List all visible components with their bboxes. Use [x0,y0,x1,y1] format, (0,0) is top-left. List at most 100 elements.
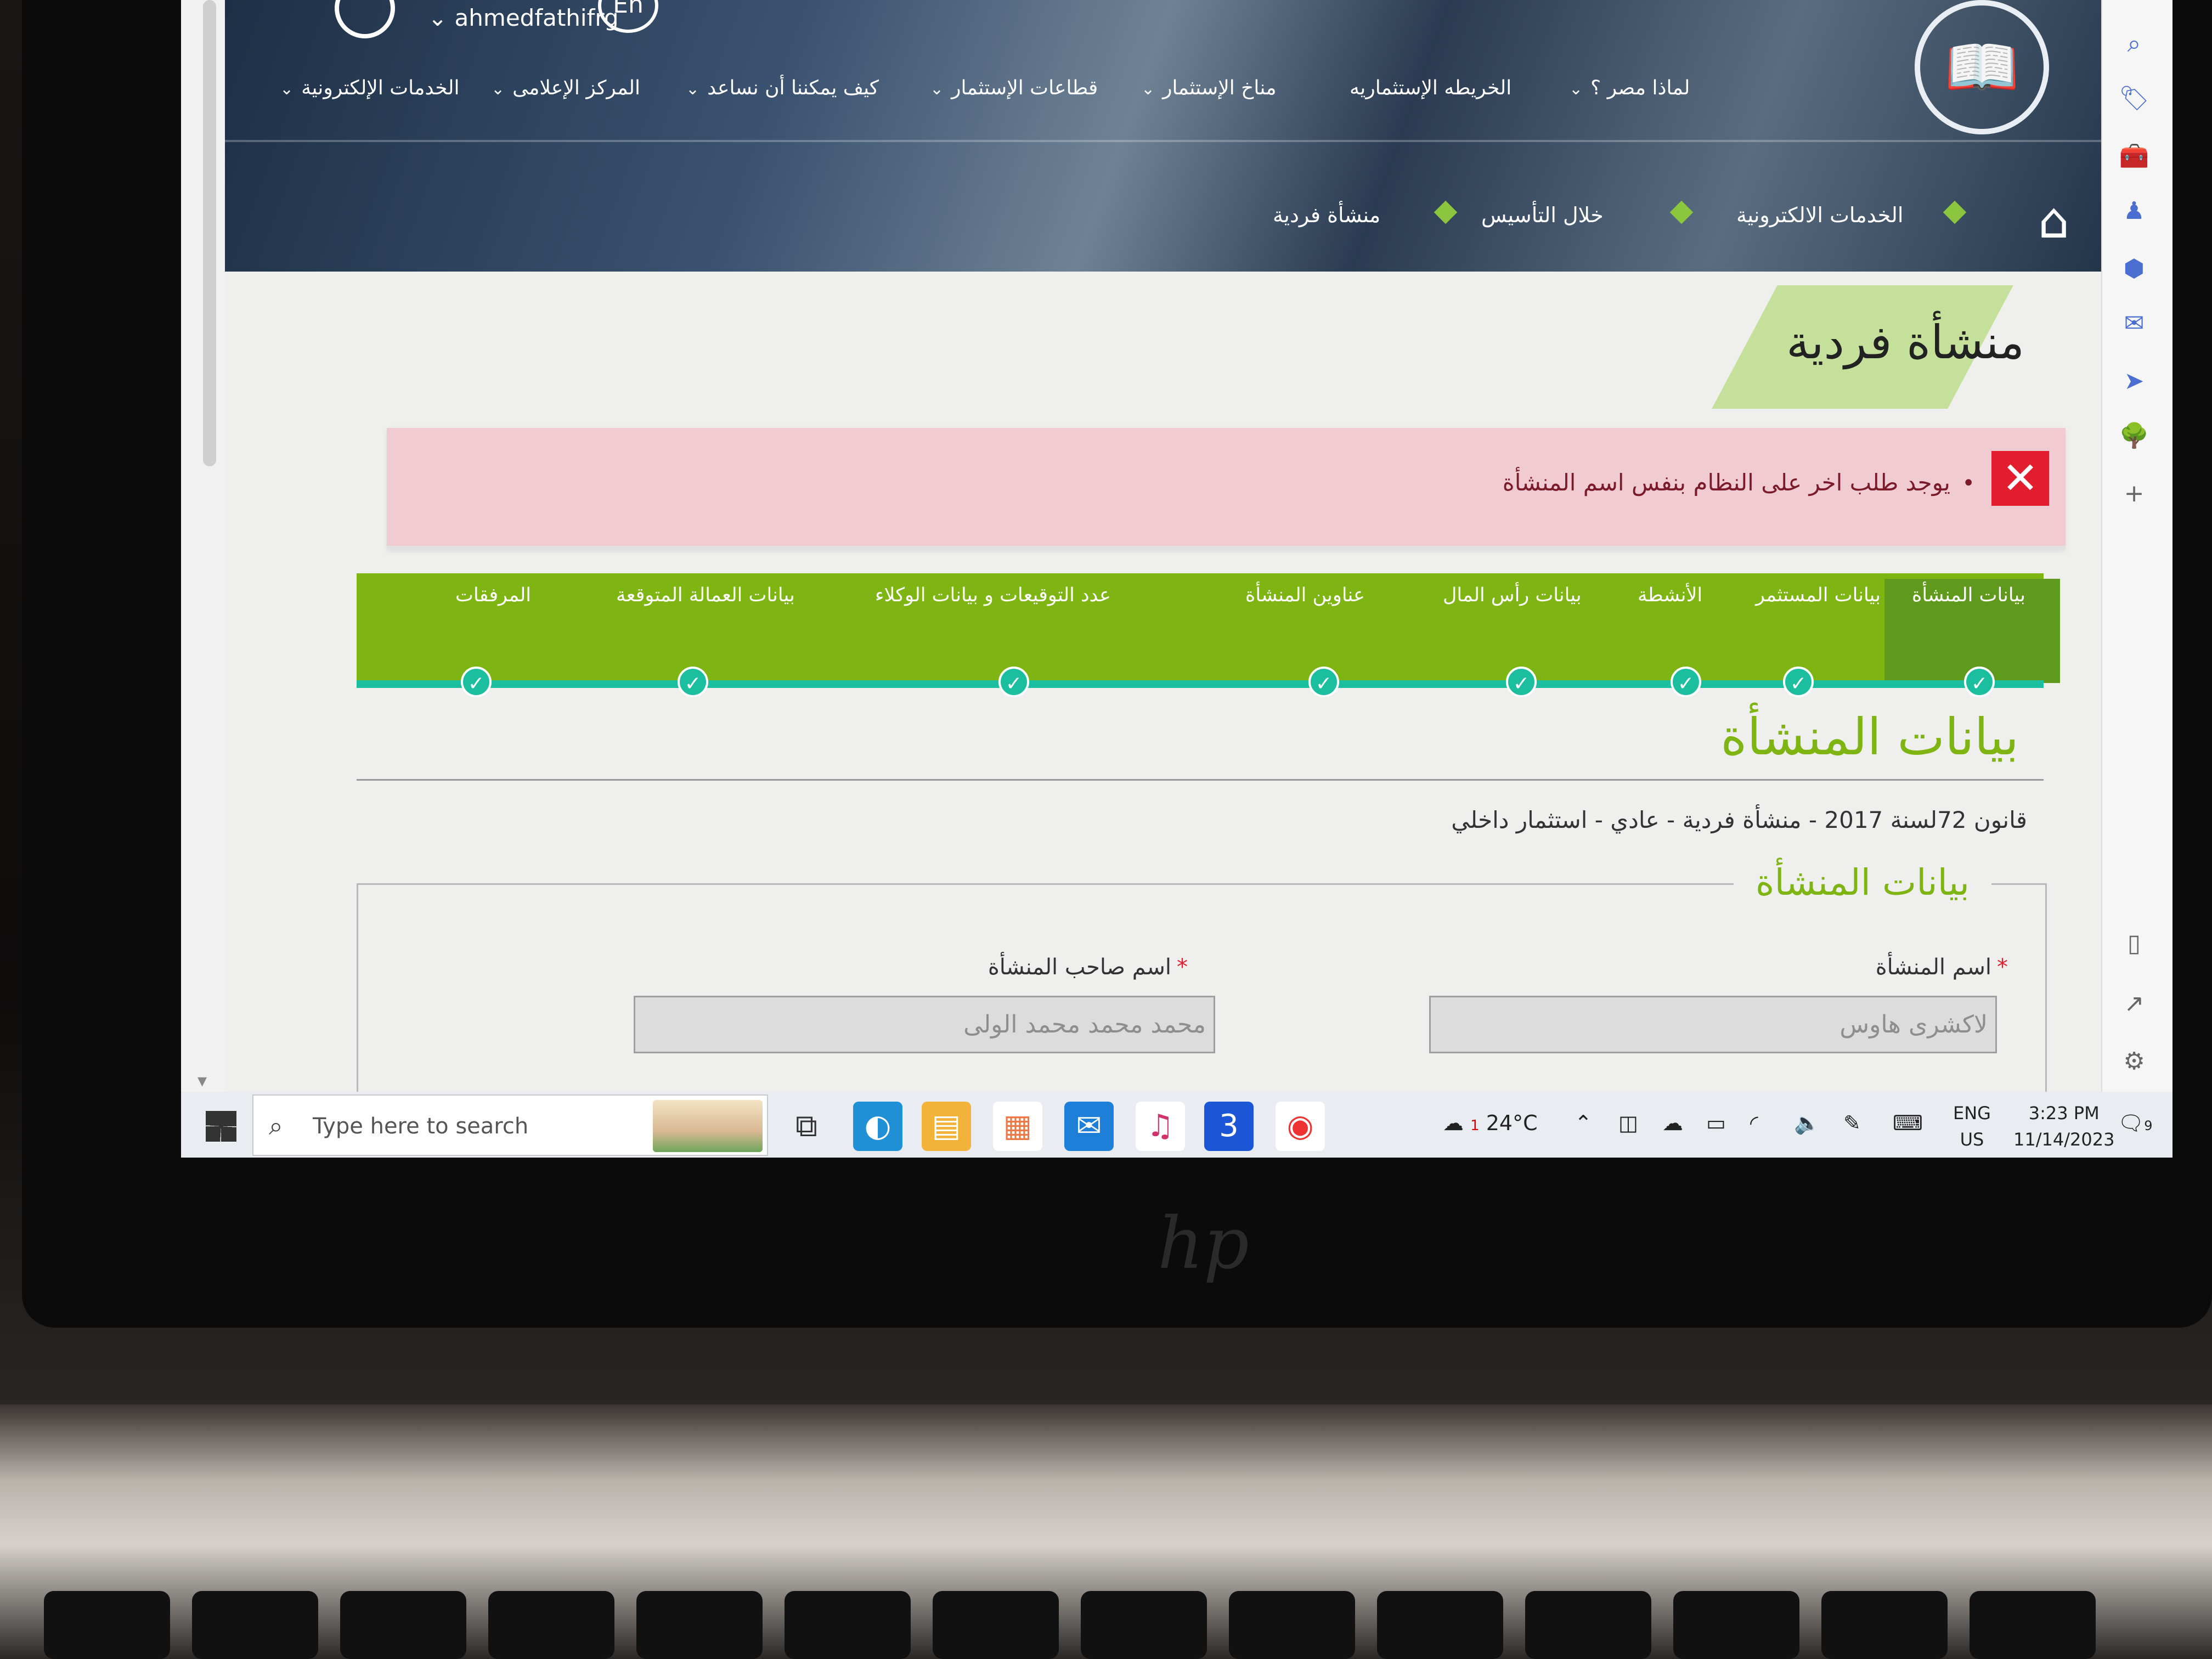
pen-icon[interactable]: ✎ [1843,1111,1861,1135]
gafi-logo[interactable]: 📖 [1915,0,2049,134]
nav-item-why-egypt[interactable]: لماذا مصر ؟ ⌄ [1569,77,1690,99]
clock-time: 3:23 PM [2028,1103,2100,1124]
company-name-label-text: اسم المنشأة [1875,955,1991,980]
check-icon: ✓ [1671,667,1701,697]
step-capital-data[interactable]: بيانات رأس المال [1443,584,1582,606]
check-icon: ✓ [1308,667,1339,697]
external-link-icon[interactable]: ↗ [2118,988,2151,1020]
gear-icon[interactable]: ⚙ [2118,1045,2151,1078]
breadcrumb-e-services[interactable]: الخدمات الالكترونية [1736,203,1903,227]
mail-icon[interactable]: ✉ [1064,1102,1114,1151]
outlook-icon[interactable]: ✉ [2118,307,2151,340]
shopping-tag-icon[interactable]: 🏷 [2118,82,2151,115]
page-title: منشأة فردية [1786,315,2024,369]
keyboard-key [488,1591,614,1659]
nav-label: الخدمات الإلكترونية [301,77,460,99]
browser-scrollbar[interactable] [203,0,216,466]
keyboard-key [192,1591,318,1659]
search-highlight-image [653,1100,763,1152]
weather-temp: 24°C [1486,1111,1538,1135]
onedrive-icon[interactable]: ☁ [1662,1111,1683,1135]
nav-divider [225,140,2101,142]
chevron-down-icon: ⌄ [428,4,455,31]
username: ahmedfathifrg [454,4,619,31]
fieldset-legend: بيانات المنشأة [1733,861,1991,904]
home-icon[interactable]: ⌂ [2038,192,2069,250]
chevron-down-icon: ⌄ [1569,80,1583,99]
system-clock[interactable]: 3:23 PM 11/14/2023 [2013,1100,2114,1153]
weather-icon: ☁ [1443,1111,1464,1135]
breadcrumb-establishment[interactable]: خلال التأسيس [1481,203,1604,227]
nav-label: المركز الإعلامى [512,77,641,99]
keyboard-key [1377,1591,1503,1659]
store-icon[interactable]: ▦ [993,1102,1042,1151]
taskbar-search-placeholder: Type here to search [313,1114,529,1139]
input-language-top: ENG [1953,1103,1991,1124]
nav-item-e-services[interactable]: الخدمات الإلكترونية ⌄ [280,77,460,99]
keyboard-key [636,1591,763,1659]
input-language[interactable]: ENG US [1953,1100,1991,1153]
scroll-down-icon[interactable]: ▾ [198,1070,207,1092]
chevron-down-icon: ⌄ [686,80,700,99]
notification-icon[interactable]: 🗨9 [2118,1111,2153,1136]
chevron-down-icon: ⌄ [280,80,294,99]
owner-name-label: *اسم صاحب المنشأة [988,955,1188,980]
chrome-icon[interactable]: ◉ [1276,1102,1325,1151]
step-expected-labor[interactable]: بيانات العمالة المتوقعة [616,584,795,606]
wifi-icon[interactable]: ◜ [1750,1111,1758,1135]
required-mark: * [1997,955,2008,980]
step-signatures-agents[interactable]: عدد التوقيعات و بيانات الوكلاء [875,584,1111,606]
nav-label: كيف يمكننا أن نساعد [707,77,879,99]
send-icon[interactable]: ➤ [2118,365,2151,398]
weather-widget[interactable]: ☁ 1 24°C [1443,1111,1538,1135]
battery-icon[interactable]: ▭ [1706,1111,1726,1135]
step-addresses[interactable]: عناوين المنشأة [1245,584,1365,606]
edge-icon[interactable]: ◐ [853,1102,902,1151]
meet-icon[interactable]: ◫ [1618,1111,1638,1135]
step-investor-data[interactable]: بيانات المستثمر [1756,584,1881,606]
keyboard-key [340,1591,466,1659]
check-icon: ✓ [1964,667,1995,697]
nav-item-investment-sectors[interactable]: قطاعات الإستثمار ⌄ [930,77,1098,99]
keyboard-icon[interactable]: ⌨ [1893,1111,1923,1135]
keyboard-key [1673,1591,1799,1659]
sidebar-toggle-icon[interactable]: ▯ [2118,927,2151,960]
company-name-field[interactable] [1429,996,1997,1053]
company-name-label: *اسم المنشأة [1876,955,2008,980]
close-icon[interactable]: ✕ [1991,451,2049,506]
keyboard-row [0,1591,2212,1659]
web-page: 📖 ⌄ ahmedfathifrg En لماذا مصر ؟⌄ الخريط… [225,0,2101,1117]
step-company-data[interactable]: بيانات المنشأة [1912,584,2025,606]
file-explorer-icon[interactable]: ▤ [922,1102,971,1151]
tools-icon[interactable]: 🧰 [2118,140,2151,173]
step-activities[interactable]: الأنشطة [1638,584,1702,606]
office-icon[interactable]: ⬢ [2118,252,2151,285]
keyboard-key [1229,1591,1355,1659]
nav-label: الخريطه الإستثماريه [1350,77,1512,99]
keyboard-key [933,1591,1059,1659]
task-view-icon[interactable]: ⧉ [782,1102,831,1151]
nav-item-media-center[interactable]: المركز الإعلامى ⌄ [491,77,640,99]
owner-name-field[interactable] [634,996,1215,1053]
games-icon[interactable]: ♟ [2118,195,2151,228]
tray-overflow-icon[interactable]: ⌃ [1575,1111,1592,1135]
keyboard-key [1821,1591,1948,1659]
nav-item-investment-map[interactable]: الخريطه الإستثماريه [1350,77,1511,99]
search-icon[interactable]: ⌕ [2118,27,2151,60]
windows-start-icon[interactable] [206,1111,236,1142]
step-attachments[interactable]: المرفقات [455,584,531,606]
nav-item-how-we-help[interactable]: كيف يمكننا أن نساعد ⌄ [686,77,879,99]
user-menu[interactable]: ⌄ ahmedfathifrg [428,4,619,31]
keyboard-key [44,1591,170,1659]
nav-item-investment-climate[interactable]: مناخ الإستثمار ⌄ [1141,77,1277,99]
check-icon: ✓ [998,667,1029,697]
volume-icon[interactable]: 🔈 [1794,1111,1820,1136]
app-3-icon[interactable]: 3 [1204,1102,1254,1151]
nav-label: لماذا مصر ؟ [1590,77,1690,99]
tree-icon[interactable]: 🌳 [2118,420,2151,453]
itunes-icon[interactable]: ♫ [1136,1102,1185,1151]
add-icon[interactable]: + [2118,477,2151,510]
alert-message: يوجد طلب اخر على النظام بنفس اسم المنشأة [1502,469,1950,496]
notification-count: 9 [2144,1118,2153,1133]
check-icon: ✓ [461,667,492,697]
